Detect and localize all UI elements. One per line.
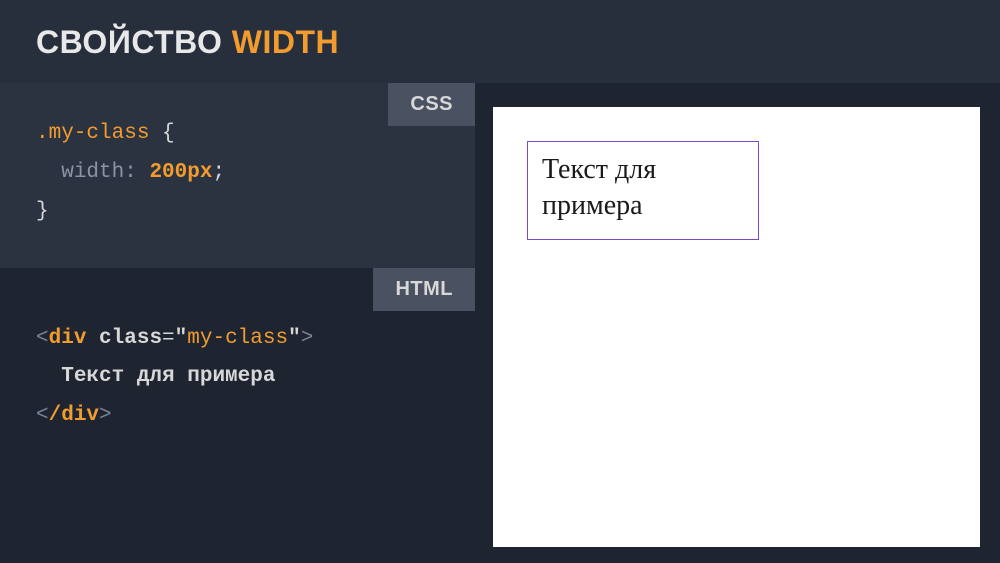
title-prefix: СВОЙСТВО	[36, 24, 232, 60]
title-highlight: WIDTH	[232, 24, 339, 60]
h-q2: "	[288, 327, 301, 350]
css-code: .my-class { width: 200px; }	[36, 115, 439, 232]
css-indent	[36, 161, 61, 184]
css-label: CSS	[388, 83, 475, 126]
h-tag-open: div	[49, 327, 87, 350]
slide-header: СВОЙСТВО WIDTH	[0, 0, 1000, 83]
preview-panel: Текст для примера	[493, 107, 980, 547]
css-prop: width	[61, 161, 124, 184]
h-lt-1: <	[36, 327, 49, 350]
css-value: 200px	[149, 161, 212, 184]
slide-title: СВОЙСТВО WIDTH	[36, 24, 964, 61]
h-gt-2: >	[99, 404, 112, 427]
example-box: Текст для примера	[527, 141, 759, 240]
h-tag-close: div	[61, 404, 99, 427]
css-section: CSS .my-class { width: 200px; }	[0, 83, 475, 268]
css-semi: ;	[212, 161, 225, 184]
css-brace-open: {	[149, 122, 174, 145]
h-indent	[36, 365, 61, 388]
html-label: HTML	[373, 268, 475, 311]
h-gt-1: >	[301, 327, 314, 350]
css-selector: .my-class	[36, 122, 149, 145]
h-slash: /	[49, 404, 62, 427]
h-q1: "	[175, 327, 188, 350]
content-row: CSS .my-class { width: 200px; } HTML <di…	[0, 83, 1000, 560]
h-attr: class	[99, 327, 162, 350]
h-strval: my-class	[187, 327, 288, 350]
css-brace-close: }	[36, 200, 49, 223]
html-section: HTML <div class="my-class"> Текст для пр…	[0, 268, 475, 560]
css-colon: :	[124, 161, 149, 184]
h-eq: =	[162, 327, 175, 350]
h-sp	[86, 327, 99, 350]
preview-column: Текст для примера	[475, 83, 1000, 560]
h-text: Текст для примера	[61, 365, 275, 388]
code-column: CSS .my-class { width: 200px; } HTML <di…	[0, 83, 475, 560]
h-lt-2: <	[36, 404, 49, 427]
html-code: <div class="my-class"> Текст для примера…	[36, 320, 439, 437]
